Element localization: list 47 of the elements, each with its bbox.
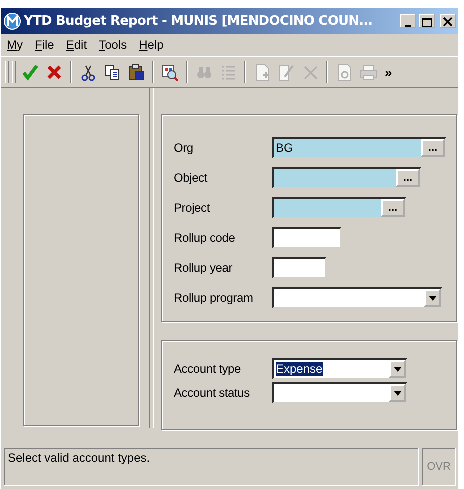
lookup-field[interactable]: ... <box>272 197 407 219</box>
dropdown-button[interactable] <box>389 384 406 402</box>
minimize-button[interactable] <box>400 14 416 28</box>
text-field[interactable] <box>272 257 327 279</box>
dropdown-arrow-icon <box>394 390 402 396</box>
maximize-icon <box>421 17 433 27</box>
dropdown-field[interactable] <box>272 287 443 309</box>
menu-item[interactable]: Tools <box>99 38 128 52</box>
app-logo-icon <box>4 12 21 30</box>
magnifier-image-icon <box>160 62 180 82</box>
maximize-button[interactable] <box>419 14 435 28</box>
field-label: Account status <box>174 386 251 400</box>
dropdown-arrow-icon <box>394 366 402 372</box>
dropdown-field[interactable] <box>272 382 408 404</box>
status-message: Select valid account types. <box>4 448 419 486</box>
text-field[interactable] <box>272 227 342 249</box>
lookup-button[interactable]: ... <box>396 169 420 187</box>
menu-item[interactable]: My <box>7 38 23 52</box>
field-label: Account type <box>174 362 242 376</box>
field-label: Object <box>174 171 209 185</box>
lookup-field[interactable]: BG ... <box>272 137 447 159</box>
close-icon <box>442 17 454 27</box>
minimize-icon <box>405 25 411 27</box>
lookup-button[interactable]: ... <box>421 139 445 157</box>
dropdown-button[interactable] <box>424 289 441 307</box>
window-title: YTD Budget Report - MUNIS [MENDOCINO COUN... <box>24 14 374 28</box>
clipboard-icon <box>126 62 146 82</box>
field-label: Project <box>174 201 212 215</box>
lookup-field[interactable]: ... <box>272 167 422 189</box>
menu-item[interactable]: Help <box>139 38 164 52</box>
dropdown-button[interactable] <box>389 360 406 378</box>
toolbar-overflow-button[interactable]: » <box>385 64 392 80</box>
menu-item[interactable]: File <box>35 38 54 52</box>
pencil-document-icon <box>276 62 296 82</box>
field-label: Org <box>174 141 194 155</box>
dropdown-arrow-icon <box>428 296 436 300</box>
lookup-button[interactable]: ... <box>381 199 405 217</box>
ovr-indicator: OVR <box>422 448 456 486</box>
dropdown-field[interactable]: Expense <box>272 358 408 380</box>
close-button[interactable] <box>440 14 456 28</box>
field-label: Rollup code <box>174 231 236 245</box>
field-label: Rollup year <box>174 261 234 275</box>
menu-item[interactable]: Edit <box>66 38 88 52</box>
field-label: Rollup program <box>174 291 254 305</box>
check-icon <box>20 62 40 82</box>
copy-icon <box>102 62 122 82</box>
printer-icon <box>358 62 378 82</box>
